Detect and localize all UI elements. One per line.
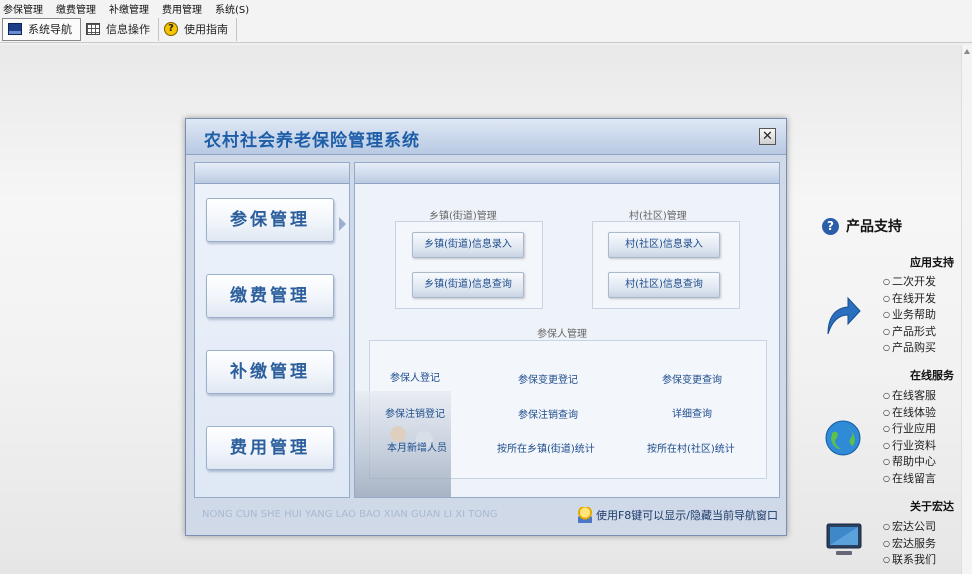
insured-register-link[interactable]: 参保人登记 xyxy=(390,369,440,384)
stats-by-village-link[interactable]: 按所在村(社区)统计 xyxy=(647,440,735,455)
insured-change-register-link[interactable]: 参保变更登记 xyxy=(518,371,578,386)
menu-system[interactable]: 系统(S) xyxy=(215,1,249,16)
village-info-entry-button[interactable]: 村(社区)信息录入 xyxy=(608,232,720,258)
tab-label: 信息操作 xyxy=(106,23,150,36)
module-nav-panel: 参保管理 缴费管理 补缴管理 费用管理 xyxy=(194,162,350,498)
list-item[interactable]: 宏达公司 xyxy=(883,519,936,536)
detail-query-link[interactable]: 详细查询 xyxy=(672,405,712,420)
about-list: 宏达公司 宏达服务 联系我们 xyxy=(883,519,936,569)
list-item[interactable]: 二次开发 xyxy=(883,274,936,291)
globe-icon xyxy=(825,420,861,456)
tab-info-operation[interactable]: 信息操作 xyxy=(81,17,159,41)
vertical-scrollbar[interactable] xyxy=(961,45,972,574)
list-item[interactable]: 产品形式 xyxy=(883,324,936,341)
toolbar: 系统导航 信息操作 ? 使用指南 xyxy=(0,16,972,43)
section-heading-about: 关于宏达 xyxy=(910,500,954,513)
close-button[interactable]: ✕ xyxy=(759,128,776,145)
nav-window-icon xyxy=(8,23,22,35)
list-item[interactable]: 业务帮助 xyxy=(883,307,936,324)
navigation-dialog: 农村社会养老保险管理系统 ✕ 参保管理 缴费管理 补缴管理 费用管理 乡镇(街道… xyxy=(185,118,787,536)
online-service-list: 在线客服 在线体验 行业应用 行业资料 帮助中心 在线留言 xyxy=(883,388,936,488)
list-item[interactable]: 在线开发 xyxy=(883,291,936,308)
app-support-list: 二次开发 在线开发 业务帮助 产品形式 产品购买 xyxy=(883,274,936,357)
pinyin-subtitle: NONG CUN SHE HUI YANG LAO BAO XIAN GUAN … xyxy=(202,509,498,520)
f8-hint: 使用F8键可以显示/隐藏当前导航窗口 xyxy=(577,507,778,523)
list-item[interactable]: 帮助中心 xyxy=(883,454,936,471)
grid-icon xyxy=(86,23,100,35)
menu-feiyong[interactable]: 费用管理 xyxy=(162,1,202,16)
list-item[interactable]: 宏达服务 xyxy=(883,536,936,553)
tab-label: 使用指南 xyxy=(184,23,228,36)
f8-hint-text: 使用F8键可以显示/隐藏当前导航窗口 xyxy=(595,509,778,522)
selected-arrow-icon xyxy=(339,217,346,231)
village-group-title: 村(社区)管理 xyxy=(629,211,687,222)
nav-button-bujiao[interactable]: 补缴管理 xyxy=(206,350,334,394)
monthly-new-members-link[interactable]: 本月新增人员 xyxy=(387,439,447,454)
scroll-up-icon[interactable] xyxy=(964,49,970,54)
dialog-title-bar[interactable]: 农村社会养老保险管理系统 ✕ xyxy=(186,119,786,155)
product-support-panel: ? 产品支持 应用支持 二次开发 在线开发 业务帮助 产品形式 产品购买 在线服… xyxy=(818,214,960,574)
nav-button-jiaofei[interactable]: 缴费管理 xyxy=(206,274,334,318)
question-icon: ? xyxy=(822,217,839,235)
insured-cancel-register-link[interactable]: 参保注销登记 xyxy=(385,405,445,420)
tab-system-navigation[interactable]: 系统导航 xyxy=(2,17,81,41)
list-item[interactable]: 行业应用 xyxy=(883,421,936,438)
tab-label: 系统导航 xyxy=(28,23,72,36)
stats-by-township-link[interactable]: 按所在乡镇(街道)统计 xyxy=(497,440,595,455)
support-title-text: 产品支持 xyxy=(846,219,902,235)
list-item[interactable]: 在线留言 xyxy=(883,471,936,488)
nav-button-canbao[interactable]: 参保管理 xyxy=(206,198,334,242)
township-info-query-button[interactable]: 乡镇(街道)信息查询 xyxy=(412,272,524,298)
list-item[interactable]: 在线体验 xyxy=(883,405,936,422)
list-item[interactable]: 行业资料 xyxy=(883,438,936,455)
arrow-icon xyxy=(827,296,861,335)
panel-header xyxy=(355,163,779,184)
support-title: ? 产品支持 xyxy=(822,216,902,236)
list-item[interactable]: 联系我们 xyxy=(883,552,936,569)
section-heading-app-support: 应用支持 xyxy=(910,256,954,269)
monitor-icon xyxy=(826,523,862,555)
insured-group-title: 参保人管理 xyxy=(537,329,587,340)
list-item[interactable]: 在线客服 xyxy=(883,388,936,405)
list-item[interactable]: 产品购买 xyxy=(883,340,936,357)
section-heading-online-service: 在线服务 xyxy=(910,369,954,382)
dialog-title: 农村社会养老保险管理系统 xyxy=(204,131,420,151)
insured-change-query-link[interactable]: 参保变更查询 xyxy=(662,371,722,386)
menu-bar: 参保管理 缴费管理 补缴管理 费用管理 系统(S) xyxy=(0,0,972,16)
insured-cancel-query-link[interactable]: 参保注销查询 xyxy=(518,406,578,421)
function-panel: 乡镇(街道)管理 乡镇(街道)信息录入 乡镇(街道)信息查询 村(社区)管理 村… xyxy=(354,162,780,498)
menu-canbao[interactable]: 参保管理 xyxy=(3,1,43,16)
menu-bujiao[interactable]: 补缴管理 xyxy=(109,1,149,16)
lightbulb-icon xyxy=(577,507,592,523)
nav-button-feiyong[interactable]: 费用管理 xyxy=(206,426,334,470)
help-icon: ? xyxy=(164,22,178,36)
dialog-footer: NONG CUN SHE HUI YANG LAO BAO XIAN GUAN … xyxy=(194,502,780,530)
township-group-title: 乡镇(街道)管理 xyxy=(429,211,497,222)
township-info-entry-button[interactable]: 乡镇(街道)信息录入 xyxy=(412,232,524,258)
village-info-query-button[interactable]: 村(社区)信息查询 xyxy=(608,272,720,298)
panel-header xyxy=(195,163,349,184)
tab-user-guide[interactable]: ? 使用指南 xyxy=(159,17,237,41)
menu-jiaofei[interactable]: 缴费管理 xyxy=(56,1,96,16)
